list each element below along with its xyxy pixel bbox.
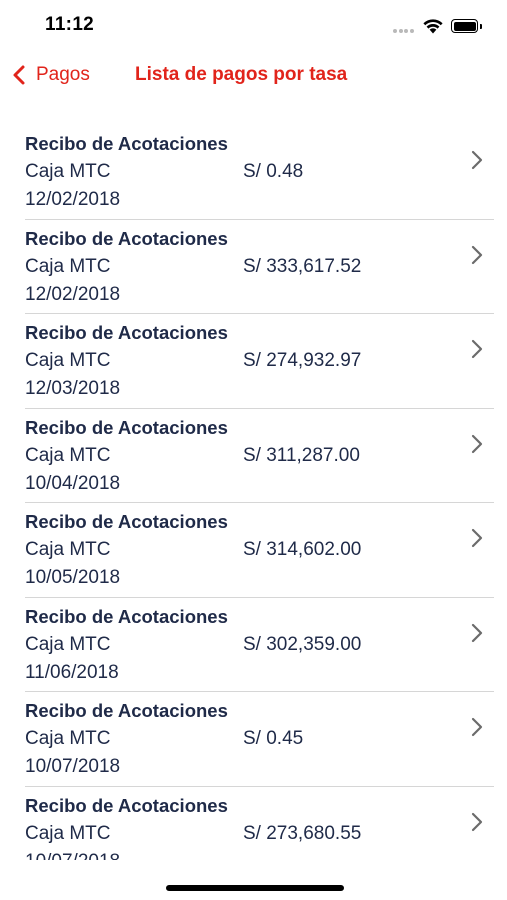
chevron-right-icon xyxy=(471,339,483,359)
wifi-icon xyxy=(423,19,443,34)
payment-date: 12/03/2018 xyxy=(25,378,121,399)
payment-title: Recibo de Acotaciones xyxy=(25,133,228,154)
payment-date: 10/07/2018 xyxy=(25,851,120,861)
payment-amount: S/ 0.48 xyxy=(243,161,304,182)
payment-title: Recibo de Acotaciones xyxy=(25,605,228,627)
home-indicator[interactable] xyxy=(166,885,344,891)
payment-list-item[interactable]: Recibo de Acotaciones Caja MTC S/ 311,287.… xyxy=(0,409,507,503)
payment-list-item[interactable]: Recibo de Acotaciones Caja MTC S/ 0.48 12/0… xyxy=(0,125,507,220)
payment-source: Caja MTC xyxy=(25,539,111,560)
payment-list-item[interactable]: Recibo de Acotaciones Caja MTC S/ 302,359.… xyxy=(0,598,507,692)
payment-date: 10/05/2018 xyxy=(25,567,121,588)
navigation-bar: Pagos Lista de pagos por tasa xyxy=(0,52,507,98)
payment-list-item[interactable]: Recibo de Acotaciones Caja MTC S/ 273,680.… xyxy=(0,787,507,861)
payment-list-item[interactable]: Recibo de Acotaciones Caja MTC S/ 274,932.… xyxy=(0,314,507,409)
payment-amount: S/ 274,932.97 xyxy=(243,350,362,371)
payment-source: Caja MTC xyxy=(25,822,111,844)
payment-title: Recibo de Acotaciones xyxy=(25,416,228,438)
payment-title: Recibo de Acotaciones xyxy=(25,322,228,343)
payment-amount: S/ 333,617.52 xyxy=(243,255,362,277)
payment-date: 12/02/2018 xyxy=(25,283,121,305)
payment-source: Caja MTC xyxy=(25,161,111,182)
payment-date: 10/04/2018 xyxy=(25,472,121,494)
payments-screen: 11:12 Pagos Lista de pagos por tasa Reci… xyxy=(0,0,507,900)
chevron-right-icon xyxy=(471,528,483,548)
battery-icon xyxy=(451,19,483,33)
payment-date: 11/06/2018 xyxy=(25,661,119,683)
payment-amount: S/ 0.45 xyxy=(243,728,304,749)
payment-list-item[interactable]: Recibo de Acotaciones Caja MTC S/ 314,602.… xyxy=(0,503,507,598)
payment-date: 10/07/2018 xyxy=(25,756,121,777)
chevron-right-icon xyxy=(471,623,483,642)
payment-source: Caja MTC xyxy=(25,444,111,466)
status-bar: 11:12 xyxy=(0,0,507,52)
payment-source: Caja MTC xyxy=(25,350,111,371)
chevron-right-icon xyxy=(471,434,483,453)
payment-title: Recibo de Acotaciones xyxy=(25,511,228,532)
payment-title: Recibo de Acotaciones xyxy=(25,227,228,249)
chevron-right-icon xyxy=(471,245,483,264)
back-button[interactable]: Pagos xyxy=(12,62,90,88)
payment-amount: S/ 302,359.00 xyxy=(243,633,362,655)
payment-title: Recibo de Acotaciones xyxy=(25,794,228,816)
payment-source: Caja MTC xyxy=(25,255,111,277)
payment-date: 12/02/2018 xyxy=(25,189,121,210)
chevron-right-icon xyxy=(471,717,483,737)
chevron-right-icon xyxy=(471,812,483,831)
page-title: Lista de pagos por tasa xyxy=(135,64,348,85)
chevron-left-icon xyxy=(13,65,25,85)
chevron-right-icon xyxy=(471,150,483,170)
payment-list-item[interactable]: Recibo de Acotaciones Caja MTC S/ 0.45 10/0… xyxy=(0,692,507,787)
payment-list-item[interactable]: Recibo de Acotaciones Caja MTC S/ 333,617.… xyxy=(0,220,507,314)
back-button-label: Pagos xyxy=(36,64,90,85)
status-time: 11:12 xyxy=(45,14,95,35)
cellular-dots-icon xyxy=(393,29,417,33)
payment-amount: S/ 273,680.55 xyxy=(243,822,362,844)
payment-amount: S/ 314,602.00 xyxy=(243,539,362,560)
payment-source: Caja MTC xyxy=(25,728,111,749)
payment-amount: S/ 311,287.00 xyxy=(243,444,360,466)
payment-source: Caja MTC xyxy=(25,633,111,655)
payment-list[interactable]: Recibo de Acotaciones Caja MTC S/ 0.48 12/0… xyxy=(0,125,507,860)
payment-title: Recibo de Acotaciones xyxy=(25,700,228,721)
